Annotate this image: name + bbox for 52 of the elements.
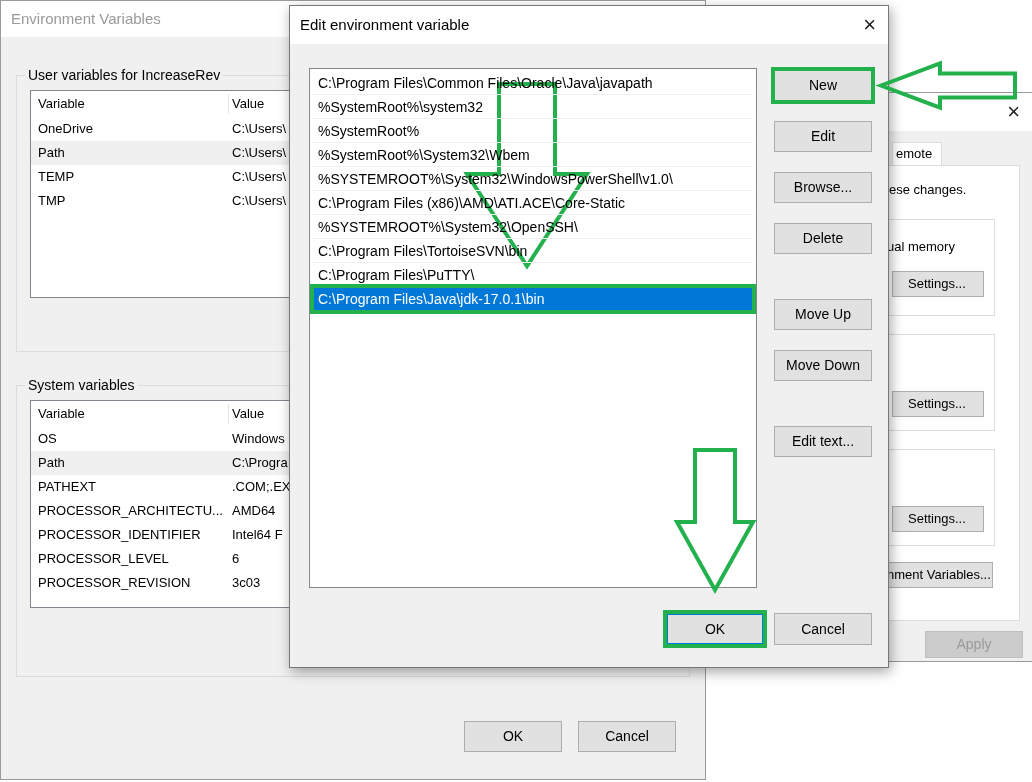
group-label: System variables [27, 377, 136, 394]
table-cell-text: C:\Users\ [231, 192, 287, 211]
column-header[interactable]: Variable [31, 94, 228, 114]
table-cell-text: C:\Users\ [231, 144, 287, 163]
table-cell-text: TEMP [37, 168, 76, 187]
tab[interactable]: emote [892, 142, 942, 165]
close-button[interactable]: × [851, 14, 888, 36]
table-cell-text: PATHEXT [37, 478, 98, 497]
table-cell-text: OS [37, 430, 58, 449]
dialog-button[interactable]: OK [666, 613, 764, 645]
dialog-button[interactable]: OK [464, 721, 562, 752]
list-item[interactable]: C:\Program Files\PuTTY\ [313, 263, 753, 287]
table-cell-text: 6 [231, 550, 240, 569]
table-cell-text: Path [37, 144, 66, 163]
dialog-button[interactable]: Cancel [578, 721, 676, 752]
column-header[interactable]: Value [228, 404, 265, 424]
dialog-button[interactable]: Cancel [774, 613, 872, 645]
table-cell-text: C:\Progra [231, 454, 288, 473]
list-item[interactable]: C:\Program Files\Java\jdk-17.0.1\bin [313, 287, 753, 311]
list-item[interactable]: C:\Program Files\Common Files\Oracle\Java\javapath [313, 71, 753, 95]
table-cell-text: TMP [37, 192, 67, 211]
table-cell-text: OneDrive [37, 120, 94, 139]
window-title: Environment Variables [10, 8, 161, 29]
info-text: ese changes. [888, 180, 968, 199]
table-cell-text: Intel64 F [231, 526, 283, 545]
group-label: User variables for IncreaseRev [27, 67, 222, 84]
settings-button[interactable]: Settings... [892, 391, 984, 417]
dialog-button[interactable]: Delete [774, 223, 872, 254]
table-cell-text: PROCESSOR_IDENTIFIER [37, 526, 202, 545]
table-cell-text: C:\Users\ [231, 168, 287, 187]
dialog-button[interactable]: Move Down [774, 350, 872, 381]
table-cell-text: C:\Users\ [231, 120, 287, 139]
column-header[interactable]: Value [228, 94, 265, 114]
window-title: Edit environment variable [299, 14, 470, 35]
column-header[interactable]: Variable [31, 404, 228, 424]
table-cell-text: Windows [231, 430, 285, 449]
settings-button[interactable]: Settings... [892, 506, 984, 532]
dialog-button[interactable]: Move Up [774, 299, 872, 330]
table-cell-text: PROCESSOR_LEVEL [37, 550, 170, 569]
close-button[interactable]: × [995, 101, 1032, 123]
table-cell-text: .COM;.EX [231, 478, 291, 497]
dialog-button[interactable]: Edit text... [774, 426, 872, 457]
table-cell-text: 3c03 [231, 574, 261, 593]
table-cell-text: PROCESSOR_REVISION [37, 574, 192, 593]
settings-button[interactable]: Settings... [892, 270, 984, 297]
list-item[interactable]: %SystemRoot% [313, 119, 753, 143]
table-cell-text: Path [37, 454, 66, 473]
list-item[interactable]: %SystemRoot%\system32 [313, 95, 753, 119]
dialog-button[interactable]: Edit [774, 121, 872, 152]
dialog-button[interactable]: Browse... [774, 172, 872, 203]
table-cell-text: PROCESSOR_ARCHITECTU... [37, 502, 224, 521]
table-cell-text: AMD64 [231, 502, 276, 521]
